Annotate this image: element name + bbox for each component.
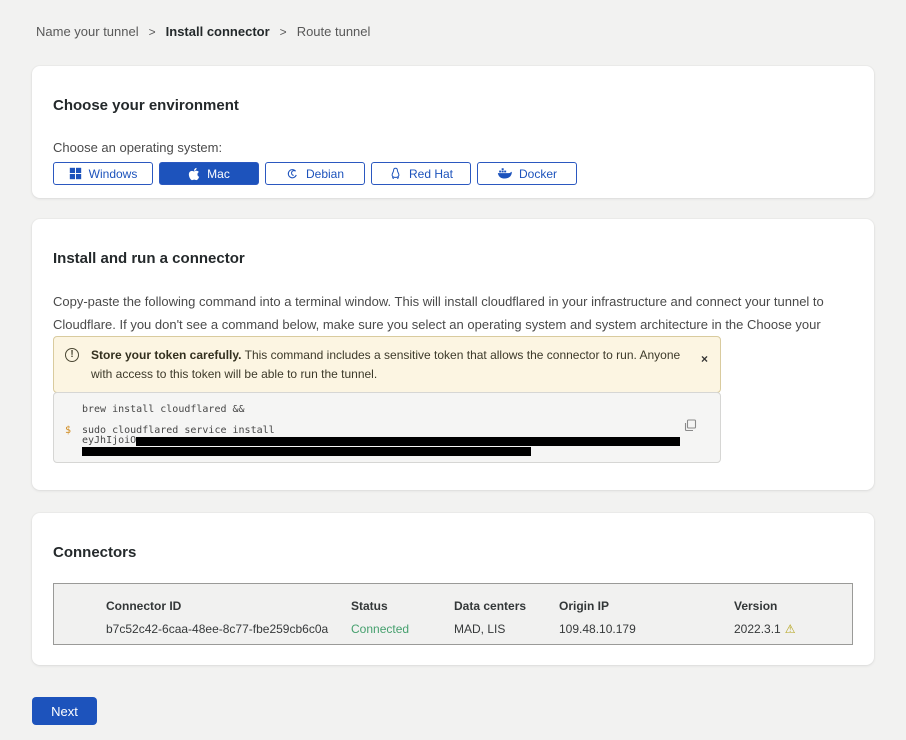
breadcrumb: Name your tunnel > Install connector > R…: [0, 0, 906, 39]
connectors-card: Connectors Connector ID Status Data cent…: [32, 513, 874, 665]
breadcrumb-separator: >: [149, 25, 156, 39]
os-button-label: Red Hat: [409, 167, 453, 181]
install-command-codeblock: brew install cloudflared && $ sudo cloud…: [53, 392, 721, 463]
os-button-mac[interactable]: Mac: [159, 162, 259, 185]
connectors-card-title: Connectors: [32, 513, 874, 561]
breadcrumb-install-connector[interactable]: Install connector: [166, 24, 270, 39]
copy-icon[interactable]: [684, 419, 697, 432]
docker-icon: [497, 167, 512, 180]
token-warning-banner: ! Store your token carefully. This comma…: [53, 336, 721, 393]
breadcrumb-name-your-tunnel[interactable]: Name your tunnel: [36, 24, 139, 39]
close-icon[interactable]: ×: [701, 353, 708, 365]
os-button-label: Docker: [519, 167, 557, 181]
debian-icon: [286, 167, 299, 180]
code-line-sudo: sudo cloudflared service install: [82, 426, 680, 436]
apple-icon: [188, 167, 200, 181]
install-card-title: Install and run a connector: [32, 219, 874, 267]
environment-card: Choose your environment Choose an operat…: [32, 66, 874, 198]
os-button-label: Mac: [207, 167, 230, 181]
os-button-label: Windows: [89, 167, 138, 181]
header-connector-id: Connector ID: [106, 599, 351, 613]
token-prefix: eyJhIjoiO: [82, 436, 136, 446]
version-value: 2022.3.1 ⚠: [734, 622, 852, 636]
os-button-docker[interactable]: Docker: [477, 162, 577, 185]
connectors-table: Connector ID Status Data centers Origin …: [53, 583, 853, 645]
breadcrumb-separator: >: [280, 25, 287, 39]
os-button-group: Windows Mac Debian R: [32, 162, 874, 185]
connector-id-value: b7c52c42-6caa-48ee-8c77-fbe259cb6c0a: [106, 622, 351, 636]
warning-bold-text: Store your token carefully.: [91, 348, 242, 362]
redhat-icon: [389, 167, 402, 180]
next-button[interactable]: Next: [32, 697, 97, 725]
status-badge: Connected: [351, 622, 454, 636]
connectors-table-header: Connector ID Status Data centers Origin …: [106, 599, 852, 613]
header-status: Status: [351, 599, 454, 613]
os-button-debian[interactable]: Debian: [265, 162, 365, 185]
windows-icon: [69, 167, 82, 180]
header-data-centers: Data centers: [454, 599, 559, 613]
info-circle-icon: !: [65, 348, 79, 362]
breadcrumb-route-tunnel[interactable]: Route tunnel: [297, 24, 371, 39]
table-row: b7c52c42-6caa-48ee-8c77-fbe259cb6c0a Con…: [106, 622, 852, 636]
version-number: 2022.3.1: [734, 622, 781, 636]
environment-card-title: Choose your environment: [32, 66, 874, 114]
header-origin-ip: Origin IP: [559, 599, 734, 613]
redacted-token-bar: [136, 437, 680, 446]
code-line-brew: brew install cloudflared &&: [82, 404, 680, 415]
shell-prompt: $: [65, 425, 71, 436]
warning-triangle-icon: ⚠: [785, 622, 796, 636]
os-button-windows[interactable]: Windows: [53, 162, 153, 185]
os-select-label: Choose an operating system:: [32, 114, 874, 162]
data-centers-value: MAD, LIS: [454, 622, 559, 636]
os-button-redhat[interactable]: Red Hat: [371, 162, 471, 185]
os-button-label: Debian: [306, 167, 344, 181]
header-version: Version: [734, 599, 852, 613]
redacted-token-bar: [82, 447, 531, 456]
origin-ip-value: 109.48.10.179: [559, 622, 734, 636]
code-line-token: eyJhIjoiO: [82, 436, 680, 446]
install-connector-card: Install and run a connector Copy-paste t…: [32, 219, 874, 490]
